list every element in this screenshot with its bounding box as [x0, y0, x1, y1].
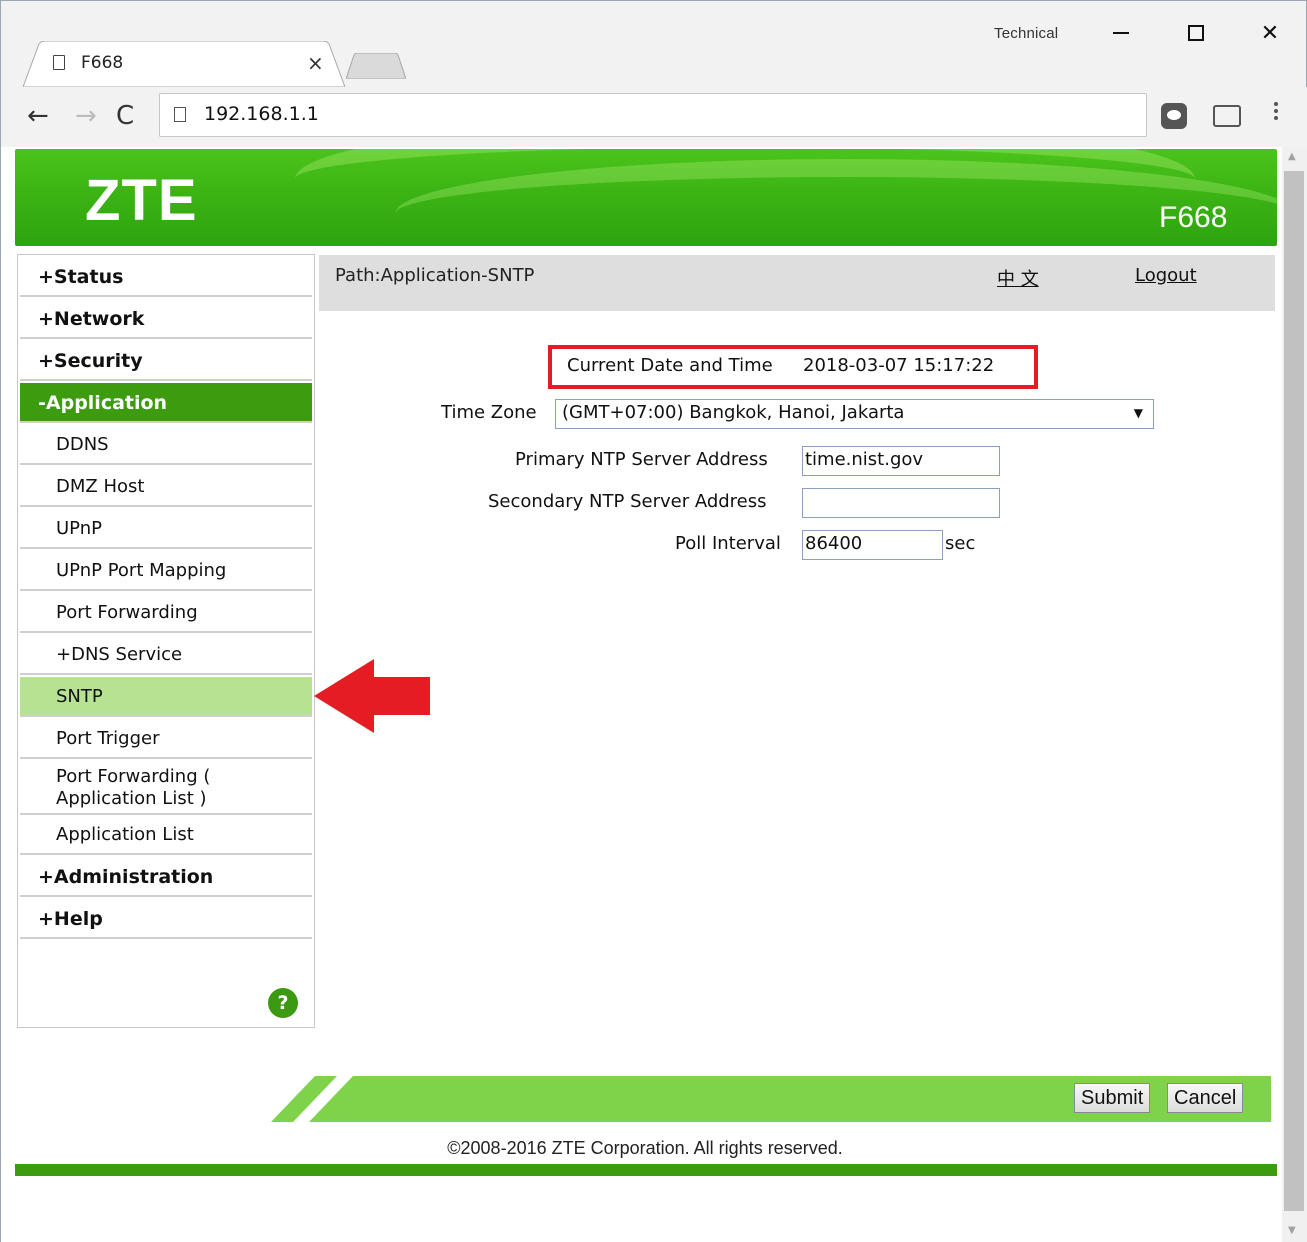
copyright-text: ©2008-2016 ZTE Corporation. All rights r… — [447, 1138, 843, 1158]
zte-banner: ZTE F668 — [15, 149, 1277, 246]
scroll-up-icon[interactable]: ▲ — [1288, 151, 1296, 162]
scrollbar-thumb[interactable] — [1284, 171, 1304, 1211]
cast-icon[interactable] — [1213, 105, 1241, 127]
secondary-ntp-label: Secondary NTP Server Address — [488, 491, 767, 512]
primary-ntp-input[interactable]: time.nist.gov — [802, 446, 1000, 476]
page-info-icon[interactable] — [174, 107, 186, 122]
sidebar-item-ddns[interactable]: DDNS — [20, 425, 312, 465]
profile-label[interactable]: Technical — [994, 25, 1058, 42]
browser-chrome: Technical ✕ F668 × ← → C 192.168.1.1 — [0, 0, 1307, 147]
cancel-button[interactable]: Cancel — [1167, 1083, 1244, 1113]
timezone-selected-value: (GMT+07:00) Bangkok, Hanoi, Jakarta — [562, 402, 905, 423]
line-extension-icon[interactable] — [1161, 103, 1187, 129]
tab-close-icon[interactable]: × — [307, 51, 324, 75]
forward-arrow-icon[interactable]: → — [75, 101, 97, 131]
vertical-scrollbar[interactable]: ▲ ▼ — [1282, 147, 1307, 1242]
page-icon — [53, 55, 65, 70]
primary-ntp-label: Primary NTP Server Address — [515, 449, 768, 470]
tab-title: F668 — [81, 53, 124, 73]
current-time-label: Current Date and Time — [567, 355, 773, 376]
sidebar-item-network[interactable]: +Network — [20, 299, 312, 339]
sidebar-item-administration[interactable]: +Administration — [20, 857, 312, 897]
sidebar-item-port-forwarding[interactable]: Port Forwarding — [20, 593, 312, 633]
timezone-label: Time Zone — [441, 402, 537, 423]
reload-icon[interactable]: C — [116, 101, 134, 131]
sidebar-item-help[interactable]: +Help — [20, 899, 312, 939]
close-icon[interactable]: ✕ — [1246, 15, 1294, 51]
sidebar-item-application[interactable]: -Application — [20, 383, 312, 423]
footer-line — [15, 1164, 1277, 1176]
pointer-arrow-icon — [314, 659, 430, 733]
browser-menu-icon[interactable] — [1273, 99, 1279, 123]
help-icon[interactable]: ? — [268, 988, 298, 1018]
address-bar[interactable]: 192.168.1.1 — [159, 93, 1147, 137]
sidebar-item-upnp[interactable]: UPnP — [20, 509, 312, 549]
sidebar-item-upnp-port-mapping[interactable]: UPnP Port Mapping — [20, 551, 312, 591]
current-time-value: 2018-03-07 15:17:22 — [803, 355, 995, 376]
sidebar-item-application-list[interactable]: Application List — [20, 815, 312, 855]
sidebar-item-port-forwarding-app-list[interactable]: Port Forwarding ( Application List ) — [20, 761, 312, 815]
sidebar-item-sntp[interactable]: SNTP — [20, 677, 312, 717]
breadcrumb: Path:Application-SNTP — [335, 265, 535, 286]
sidebar-item-status[interactable]: +Status — [20, 257, 312, 297]
poll-interval-label: Poll Interval — [675, 533, 781, 554]
new-tab-button[interactable] — [346, 53, 406, 79]
scroll-down-icon[interactable]: ▼ — [1288, 1225, 1296, 1236]
device-model: F668 — [1159, 201, 1228, 234]
maximize-icon[interactable] — [1172, 15, 1220, 51]
language-link[interactable]: 中 文 — [997, 265, 1039, 291]
url-text[interactable]: 192.168.1.1 — [204, 103, 319, 125]
minimize-icon[interactable] — [1097, 15, 1145, 51]
sidebar-item-security[interactable]: +Security — [20, 341, 312, 381]
sidebar-menu: +Status +Network +Security -Application … — [17, 254, 315, 1028]
zte-logo: ZTE — [85, 168, 198, 233]
submit-button[interactable]: Submit — [1074, 1083, 1151, 1113]
poll-interval-input[interactable]: 86400 — [802, 530, 943, 560]
sidebar-item-dmz-host[interactable]: DMZ Host — [20, 467, 312, 507]
browser-toolbar: ← → C 192.168.1.1 — [1, 87, 1307, 147]
browser-tab[interactable]: F668 × — [23, 41, 345, 87]
sidebar-item-port-trigger[interactable]: Port Trigger — [20, 719, 312, 759]
back-arrow-icon[interactable]: ← — [27, 101, 49, 131]
router-page: ZTE F668 +Status +Network +Security -App… — [0, 147, 1282, 1242]
sidebar-item-dns-service[interactable]: +DNS Service — [20, 635, 312, 675]
path-bar: Path:Application-SNTP 中 文 Logout — [319, 255, 1275, 311]
poll-interval-unit: sec — [945, 533, 976, 554]
tab-shape — [23, 41, 345, 87]
dropdown-arrow-icon: ▼ — [1133, 406, 1143, 420]
timezone-select[interactable]: (GMT+07:00) Bangkok, Hanoi, Jakarta ▼ — [555, 399, 1154, 429]
secondary-ntp-input[interactable] — [802, 488, 1000, 518]
logout-link[interactable]: Logout — [1135, 265, 1197, 286]
